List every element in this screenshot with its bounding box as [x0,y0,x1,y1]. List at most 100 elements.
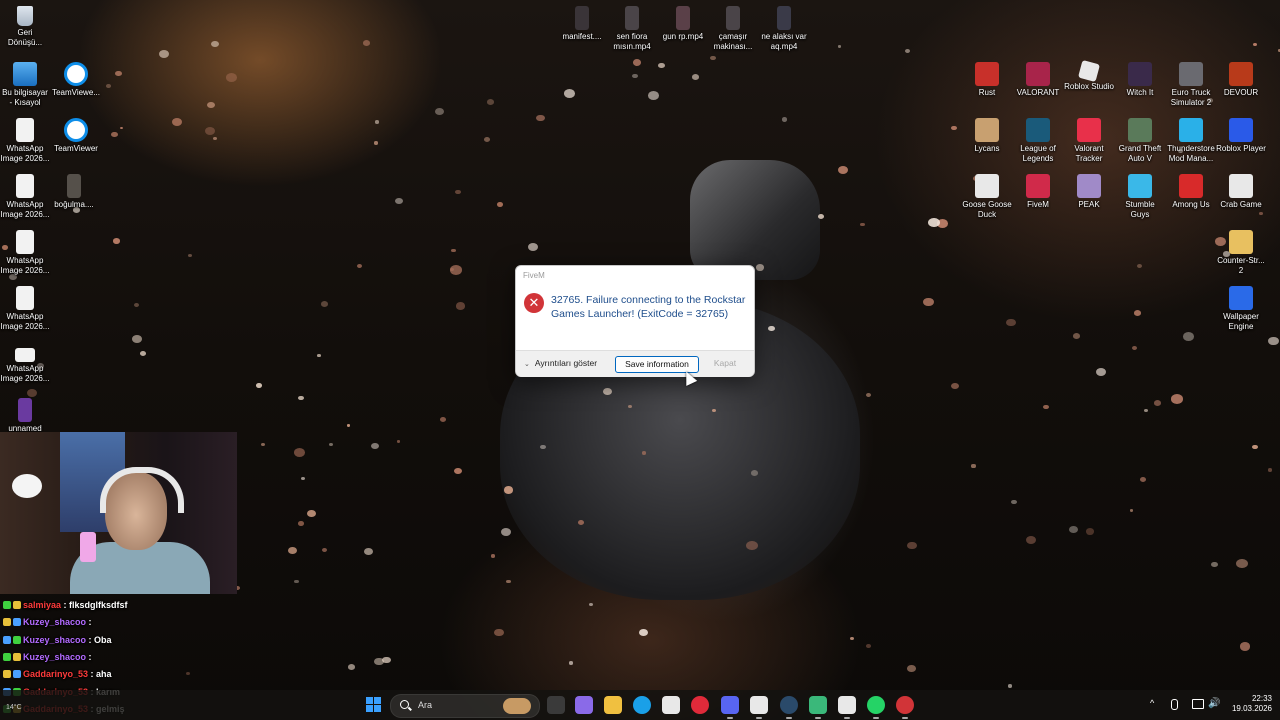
clock-time: 22:33 [1251,694,1272,703]
close-button[interactable]: Kapat [704,356,746,371]
system-clock[interactable]: 22:33 19.03.2026 [1222,694,1272,714]
wallpaper-flower [451,248,456,253]
chat-message: salmiyaa : flksdglfksdfsf [3,600,128,616]
wallpaper-flower [287,547,298,555]
desktop-icon-devour[interactable]: DEVOUR [1216,62,1266,98]
chat-text: flksdglfksdfsf [69,600,128,610]
desktop-icon-league-of-legends[interactable]: League of Legends [1013,118,1063,164]
desktop-icon-label: Roblox Player [1216,144,1266,153]
notepad-icon[interactable] [809,696,827,714]
start-button[interactable] [366,697,382,713]
desktop-icon-teamviewer-shortcut[interactable]: TeamViewe... [51,62,101,98]
desktop-icon-lycans[interactable]: Lycans [962,118,1012,154]
desktop-icon-gun-rp[interactable]: gun rp.mp4 [658,6,708,42]
desktop-icon-witch-it[interactable]: Witch It [1115,62,1165,98]
desktop-icon-goose-goose-duck[interactable]: Goose Goose Duck [962,174,1012,220]
copilot-icon[interactable] [575,696,593,714]
xbox-icon[interactable] [838,696,856,714]
chat-separator: : [86,617,92,628]
capcut-icon[interactable] [750,696,768,714]
file-manager-icon[interactable] [547,696,565,714]
search-placeholder: Ara [418,700,433,710]
desktop-icon-rust[interactable]: Rust [962,62,1012,98]
desktop-icon-thunderstore[interactable]: Thunderstore Mod Mana... [1166,118,1216,164]
desktop-icon-ne-alaksi[interactable]: ne alaksı var aq.mp4 [759,6,809,52]
wallpaper-flower [1239,642,1251,652]
network-icon[interactable] [1192,699,1204,709]
desktop-icon-valorant-tracker[interactable]: Valorant Tracker [1064,118,1114,164]
fivem-error-icon[interactable] [896,696,914,714]
desktop-icon-camasir[interactable]: çamaşır makinası... [708,6,758,52]
whatsapp-icon[interactable] [867,696,885,714]
wallpaper-flower [294,448,306,457]
taskbar: 14°C Ara ^ 🔊 22:33 19.03.2026 [0,690,1280,720]
desktop-icon-whatsapp-image-5[interactable]: WhatsApp Image 2026... [0,342,50,384]
desktop-icon-fivem[interactable]: FiveM [1013,174,1063,210]
desktop-icon-whatsapp-image-1[interactable]: WhatsApp Image 2026... [0,118,50,164]
steam-icon[interactable] [780,696,798,714]
wallpaper-flower [486,98,495,105]
microphone-icon[interactable] [1171,699,1178,710]
wallpaper-flower [1096,368,1107,377]
desktop-icon-crab-game[interactable]: Crab Game [1216,174,1266,210]
desktop-icon-among-us[interactable]: Among Us [1166,174,1216,210]
desktop-icon-valorant[interactable]: VALORANT [1013,62,1063,98]
gta-v-icon [1128,118,1152,142]
wallpaper-flower [490,554,496,558]
desktop-icon-roblox-player[interactable]: Roblox Player [1216,118,1266,154]
desktop-icon-label: TeamViewe... [52,88,100,97]
opera-gx-icon[interactable] [691,696,709,714]
show-details-toggle[interactable]: ⌄ Ayrıntıları göster [524,358,597,368]
wallpaper-flower [115,70,123,77]
image-file-icon [16,286,34,310]
edge-icon[interactable] [633,696,651,714]
desktop-icon-stumble-guys[interactable]: Stumble Guys [1115,174,1165,220]
desktop-icon-label: Counter-Str... 2 [1217,256,1265,275]
discord-icon[interactable] [721,696,739,714]
desktop-icon-bogulma[interactable]: boğulma.... [49,174,99,210]
desktop-icon-manifest[interactable]: manifest.... [557,6,607,42]
wallpaper-flower [364,547,373,555]
desktop-icon-this-pc[interactable]: Bu bilgisayar - Kısayol [0,62,50,108]
tray-expand-icon[interactable]: ^ [1150,698,1154,708]
search-highlight-image [503,698,531,714]
desktop-icon-wallpaper-engine[interactable]: Wallpaper Engine [1216,286,1266,332]
desktop-icon-gta-v[interactable]: Grand Theft Auto V [1115,118,1165,164]
desktop-icon-recycle-bin[interactable]: Geri Dönüşü... [0,6,50,48]
desktop-icon-euro-truck[interactable]: Euro Truck Simulator 2 [1166,62,1216,108]
wallpaper-flower [132,334,142,343]
weather-widget[interactable]: 14°C [6,696,22,714]
wallpaper-flower [210,40,220,48]
desktop-icon-label: WhatsApp Image 2026... [0,364,50,383]
wallpaper-flower [171,117,183,127]
store-icon[interactable] [662,696,680,714]
chat-badge-icon [3,635,11,644]
desktop-icon-whatsapp-image-2[interactable]: WhatsApp Image 2026... [0,174,50,220]
file-explorer-icon[interactable] [604,696,622,714]
wallpaper-flower [782,117,788,122]
wallpaper-flower [907,665,916,672]
desktop-icon-whatsapp-image-4[interactable]: WhatsApp Image 2026... [0,286,50,332]
wallpaper-flower [648,91,660,100]
crab-game-icon [1229,174,1253,198]
chat-username: salmiyaa [23,600,62,610]
desktop-icon-whatsapp-image-3[interactable]: WhatsApp Image 2026... [0,230,50,276]
webcam-lamp [12,474,42,498]
desktop-icon-label: ne alaksı var aq.mp4 [761,32,807,51]
taskbar-search-box[interactable]: Ara [390,694,540,718]
wallpaper-flower [396,440,401,443]
wallpaper-flower [1134,310,1142,317]
dialog-title: FiveM [523,271,545,280]
desktop-icon-unnamed[interactable]: unnamed [0,398,50,434]
chat-message: Kuzey_shacoo : [3,617,92,633]
volume-icon[interactable]: 🔊 [1208,698,1220,709]
desktop-icon-sen-fiora[interactable]: sen fiora mısın.mp4 [607,6,657,52]
desktop-icon-counter-strike[interactable]: Counter-Str... 2 [1216,230,1266,276]
chat-username: Kuzey_shacoo [23,634,87,645]
witch-it-icon [1128,62,1152,86]
wallpaper-flower [320,301,329,308]
desktop-icon-teamviewer[interactable]: TeamViewer [51,118,101,154]
desktop-icon-peak[interactable]: PEAK [1064,174,1114,210]
wallpaper-flower [503,485,514,494]
desktop-icon-roblox-studio[interactable]: Roblox Studio [1064,59,1114,92]
